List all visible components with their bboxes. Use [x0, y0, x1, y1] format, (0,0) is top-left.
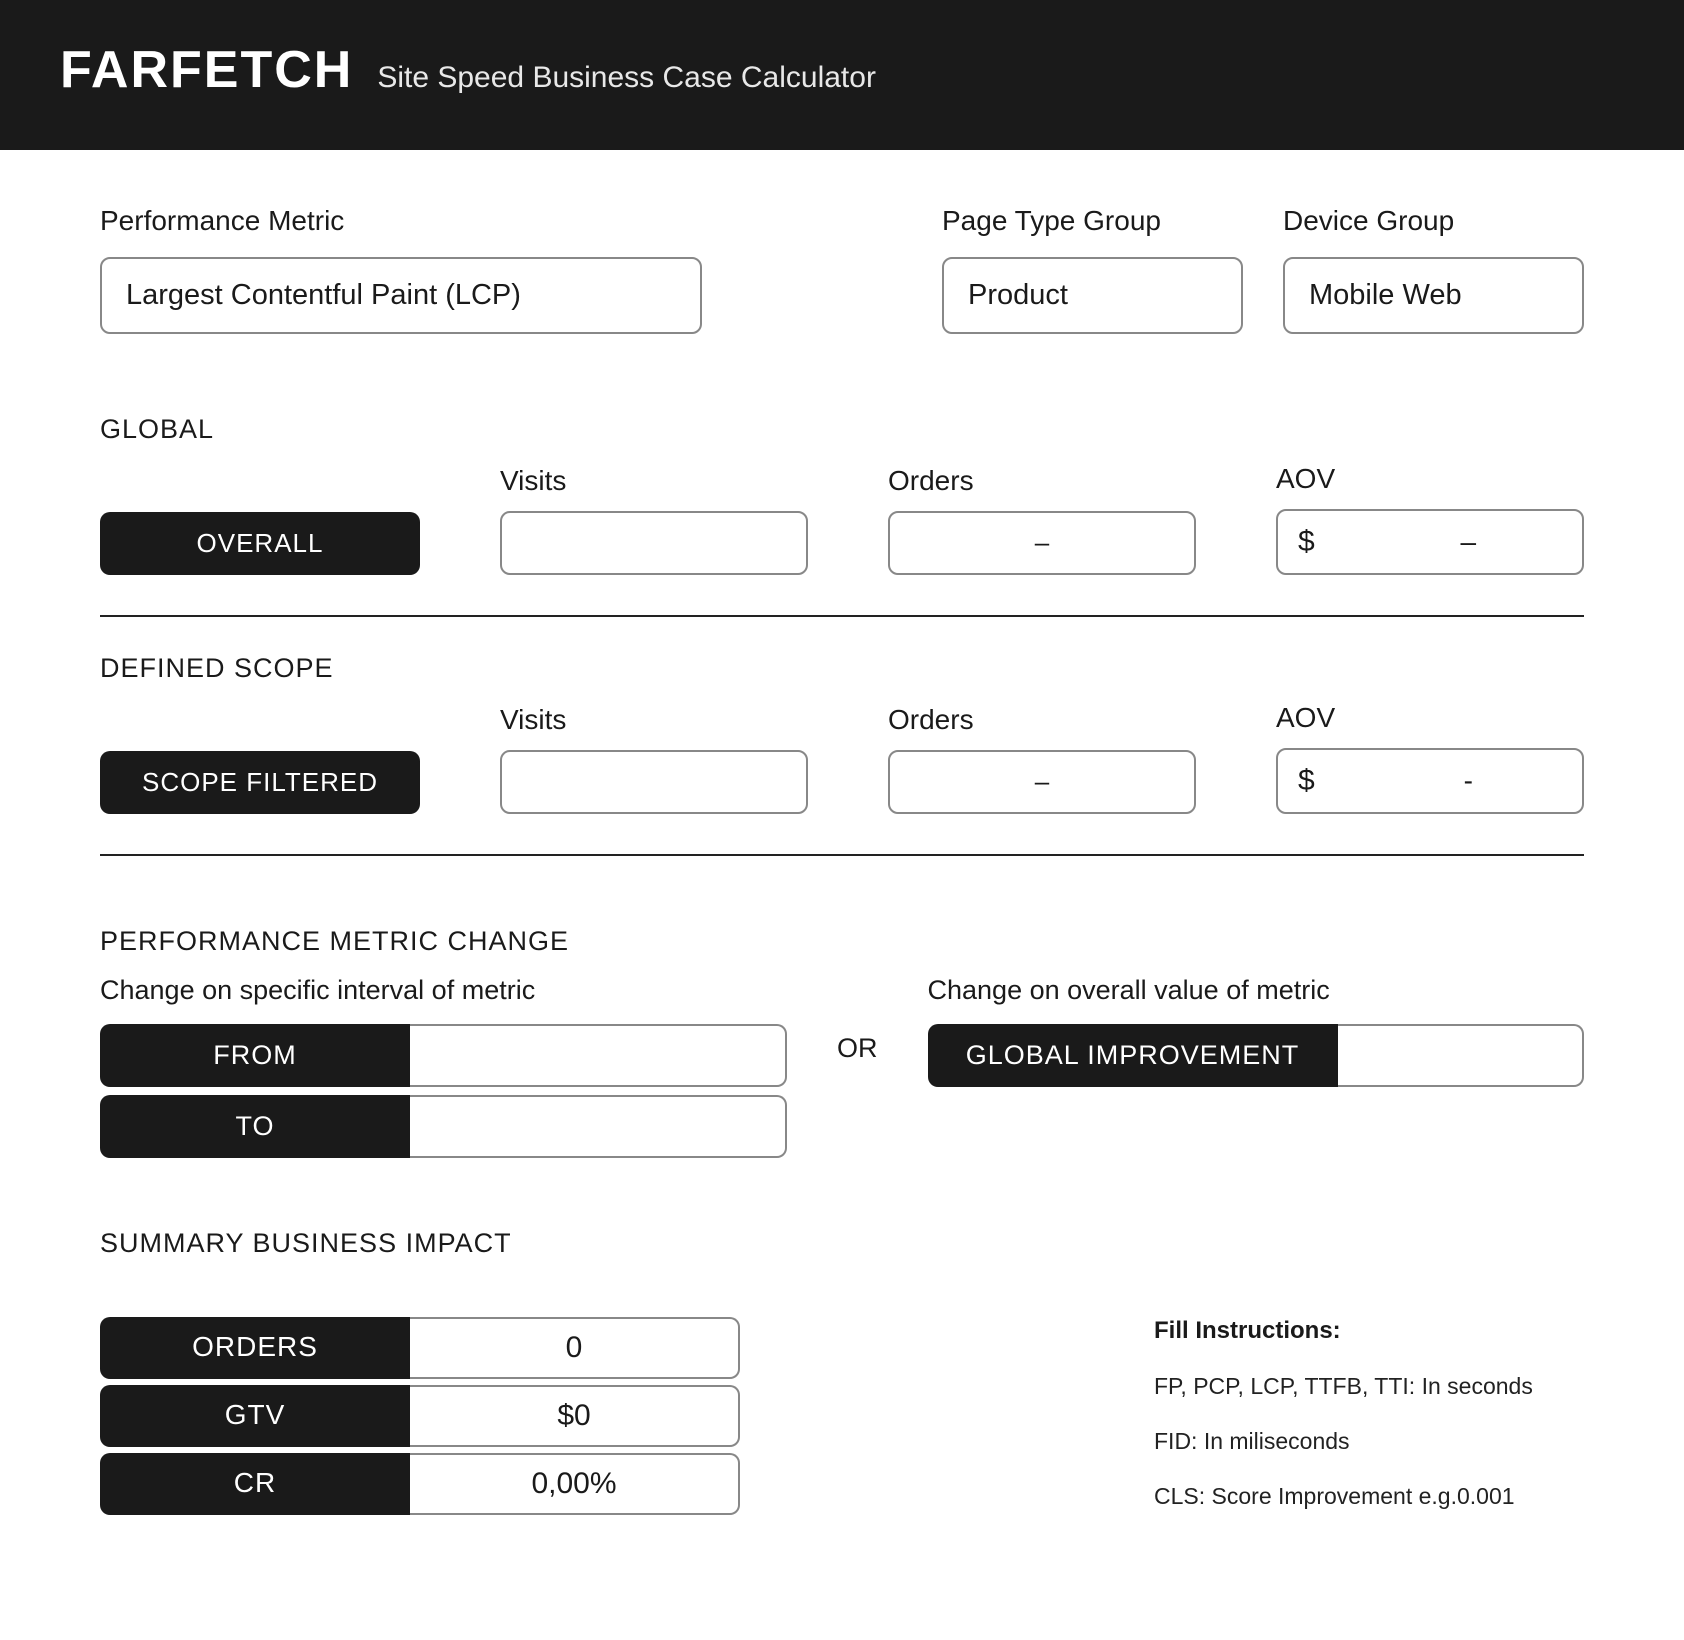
filter-pagetype: Page Type Group Product	[942, 205, 1243, 334]
app-header: FARFETCH Site Speed Business Case Calcul…	[0, 0, 1684, 150]
scope-filtered-tag: SCOPE FILTERED	[100, 751, 420, 814]
summary-gtv-value: $0	[410, 1385, 740, 1447]
to-row: TO	[100, 1095, 787, 1158]
global-improvement-tag: GLOBAL IMPROVEMENT	[928, 1024, 1338, 1087]
filter-pagetype-select[interactable]: Product	[942, 257, 1243, 334]
global-aov-amount: –	[1375, 526, 1562, 558]
instructions-line-3: CLS: Score Improvement e.g.0.001	[1154, 1483, 1584, 1510]
summary-orders-label: ORDERS	[100, 1317, 410, 1379]
scope-visits-input[interactable]	[500, 750, 808, 814]
filters-row: Performance Metric Largest Contentful Pa…	[100, 205, 1584, 334]
filter-metric-label: Performance Metric	[100, 205, 702, 237]
interval-column: Change on specific interval of metric FR…	[100, 975, 787, 1158]
summary-row-cr: CR 0,00%	[100, 1453, 740, 1515]
summary-cr-label: CR	[100, 1453, 410, 1515]
main-content: Performance Metric Largest Contentful Pa…	[0, 150, 1684, 1598]
summary-orders-value: 0	[410, 1317, 740, 1379]
global-improvement-row: GLOBAL IMPROVEMENT	[928, 1024, 1585, 1087]
overall-sublabel: Change on overall value of metric	[928, 975, 1585, 1006]
global-visits-label: Visits	[500, 465, 808, 497]
scope-orders-value: –	[888, 750, 1196, 814]
logo: FARFETCH	[60, 40, 353, 100]
summary-section: ORDERS 0 GTV $0 CR 0,00% Fill Instructio…	[100, 1317, 1584, 1538]
instructions-line-1: FP, PCP, LCP, TTFB, TTI: In seconds	[1154, 1373, 1584, 1400]
interval-sublabel: Change on specific interval of metric	[100, 975, 787, 1006]
filter-metric-select[interactable]: Largest Contentful Paint (LCP)	[100, 257, 702, 334]
from-input[interactable]	[410, 1024, 787, 1087]
global-aov-label: AOV	[1276, 463, 1584, 495]
scope-aov-label: AOV	[1276, 702, 1584, 734]
defined-scope-section: DEFINED SCOPE SCOPE FILTERED Visits Orde…	[100, 653, 1584, 856]
scope-visits-label: Visits	[500, 704, 808, 736]
global-aov-prefix: $	[1298, 525, 1315, 559]
filter-device: Device Group Mobile Web	[1283, 205, 1584, 334]
defined-scope-label: DEFINED SCOPE	[100, 653, 1584, 684]
from-row: FROM	[100, 1024, 787, 1087]
or-label: OR	[837, 975, 878, 1064]
from-tag: FROM	[100, 1024, 410, 1087]
to-tag: TO	[100, 1095, 410, 1158]
global-orders-label: Orders	[888, 465, 1196, 497]
overall-tag: OVERALL	[100, 512, 420, 575]
summary-row-orders: ORDERS 0	[100, 1317, 740, 1379]
summary-row-gtv: GTV $0	[100, 1385, 740, 1447]
global-improvement-input[interactable]	[1338, 1024, 1585, 1087]
filter-device-select[interactable]: Mobile Web	[1283, 257, 1584, 334]
global-section: GLOBAL OVERALL Visits Orders – AOV $ –	[100, 414, 1584, 617]
fill-instructions: Fill Instructions: FP, PCP, LCP, TTFB, T…	[1154, 1317, 1584, 1538]
scope-aov-value: $ -	[1276, 748, 1584, 814]
summary-section-label: SUMMARY BUSINESS IMPACT	[100, 1228, 1584, 1259]
instructions-title: Fill Instructions:	[1154, 1317, 1584, 1345]
performance-change-label: PERFORMANCE METRIC CHANGE	[100, 926, 1584, 957]
summary-gtv-label: GTV	[100, 1385, 410, 1447]
scope-metrics-row: SCOPE FILTERED Visits Orders – AOV $ -	[100, 702, 1584, 856]
filter-metric: Performance Metric Largest Contentful Pa…	[100, 205, 702, 334]
scope-aov-amount: -	[1375, 765, 1562, 797]
global-visits-input[interactable]	[500, 511, 808, 575]
global-aov-value: $ –	[1276, 509, 1584, 575]
global-metrics-row: OVERALL Visits Orders – AOV $ –	[100, 463, 1584, 617]
scope-aov-prefix: $	[1298, 764, 1315, 798]
scope-orders-label: Orders	[888, 704, 1196, 736]
instructions-line-2: FID: In miliseconds	[1154, 1428, 1584, 1455]
header-subtitle: Site Speed Business Case Calculator	[377, 61, 876, 95]
filter-pagetype-label: Page Type Group	[942, 205, 1243, 237]
summary-table: ORDERS 0 GTV $0 CR 0,00%	[100, 1317, 740, 1515]
filter-device-label: Device Group	[1283, 205, 1584, 237]
global-section-label: GLOBAL	[100, 414, 1584, 445]
global-orders-value: –	[888, 511, 1196, 575]
overall-column: Change on overall value of metric GLOBAL…	[928, 975, 1585, 1087]
to-input[interactable]	[410, 1095, 787, 1158]
summary-cr-value: 0,00%	[410, 1453, 740, 1515]
performance-change-section: PERFORMANCE METRIC CHANGE Change on spec…	[100, 926, 1584, 1158]
